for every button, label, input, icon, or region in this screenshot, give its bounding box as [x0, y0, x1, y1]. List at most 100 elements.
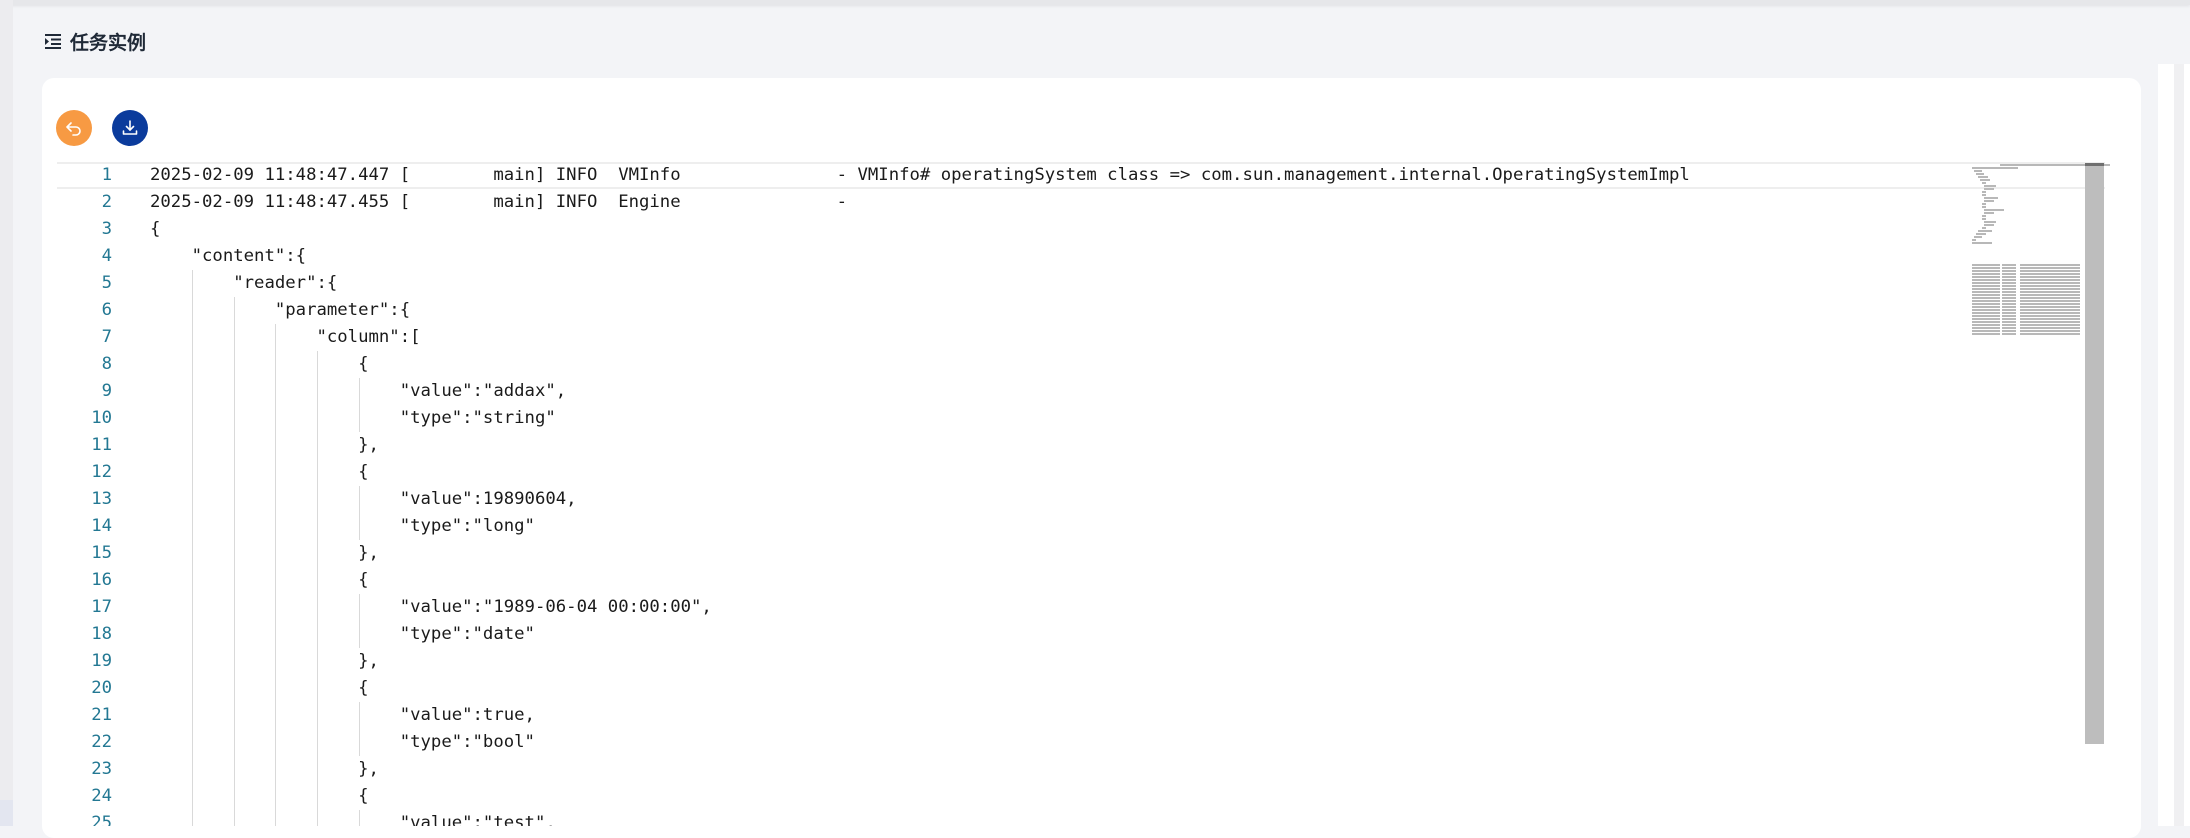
download-icon [122, 120, 138, 135]
log-code-editor[interactable]: 1 2025-02-09 11:48:47.447 [ main] INFO VM… [57, 162, 2105, 826]
line-number: 16 [91, 570, 112, 590]
minimap-line [1972, 276, 2000, 278]
line-number: 12 [91, 462, 112, 482]
minimap-line [1972, 297, 2000, 299]
minimap-line [2020, 276, 2080, 278]
minimap-line [2020, 309, 2080, 311]
minimap-line [1982, 227, 1986, 229]
minimap-line [1972, 279, 2000, 281]
page-scrollbar[interactable] [2174, 64, 2184, 826]
minimap-line [2002, 303, 2016, 305]
minimap-line [2002, 294, 2016, 296]
code-text: { [150, 678, 369, 698]
code-text: { [150, 354, 369, 374]
line-number: 9 [101, 381, 112, 401]
minimap-line [2020, 264, 2080, 266]
minimap-line [2020, 273, 2080, 275]
minimap-line [1972, 270, 2000, 272]
minimap-line [1972, 330, 2000, 332]
minimap-line [2002, 291, 2016, 293]
download-button[interactable] [112, 110, 148, 146]
minimap-line [1972, 315, 2000, 317]
code-line: 10 "type":"string" [57, 405, 2105, 432]
code-text: "value":"addax", [150, 381, 567, 401]
code-text: "type":"string" [150, 408, 556, 428]
back-button[interactable] [56, 110, 92, 146]
minimap-line [2002, 300, 2016, 302]
code-text: "value":true, [150, 705, 535, 725]
code-line: 21 "value":true, [57, 702, 2105, 729]
minimap-line [1972, 303, 2000, 305]
minimap-line [2020, 270, 2080, 272]
line-number: 19 [91, 651, 112, 671]
minimap-line [1982, 218, 1986, 220]
code-line: 5 "reader":{ [57, 270, 2105, 297]
minimap-line [2002, 276, 2016, 278]
minimap-slider[interactable] [2085, 164, 2104, 744]
code-line: 4 "content":{ [57, 243, 2105, 270]
code-line: 15 }, [57, 540, 2105, 567]
minimap-slider-top [2085, 163, 2104, 166]
code-text: "type":"long" [150, 516, 535, 536]
minimap-line [1984, 200, 1994, 202]
minimap-line [1984, 224, 1994, 226]
minimap-line [1972, 239, 1976, 241]
minimap-line [1972, 324, 2000, 326]
line-number: 5 [101, 273, 112, 293]
minimap-line [1976, 173, 1984, 175]
code-text: }, [150, 435, 379, 455]
minimap-line [2002, 327, 2016, 329]
code-line: 18 "type":"date" [57, 621, 2105, 648]
line-number: 18 [91, 624, 112, 644]
minimap-line [2020, 279, 2080, 281]
line-number: 22 [91, 732, 112, 752]
minimap-line [2002, 264, 2016, 266]
minimap-line [1982, 215, 1986, 217]
minimap-line [2020, 321, 2080, 323]
minimap-line [2002, 270, 2016, 272]
minimap-line [2002, 321, 2016, 323]
line-number: 20 [91, 678, 112, 698]
minimap-line [2020, 312, 2080, 314]
code-line: 1 2025-02-09 11:48:47.447 [ main] INFO VM… [57, 162, 2105, 189]
minimap-line [2002, 330, 2016, 332]
line-number: 7 [101, 327, 112, 347]
minimap-line [1972, 288, 2000, 290]
minimap-line [2020, 303, 2080, 305]
minimap-line [1972, 282, 2000, 284]
left-sidebar-edge-bottom [0, 800, 13, 826]
line-number: 11 [91, 435, 112, 455]
minimap-line [1976, 233, 1986, 235]
minimap-line [1972, 318, 2000, 320]
code-text: { [150, 219, 161, 239]
minimap-line [1972, 321, 2000, 323]
minimap-line [1972, 327, 2000, 329]
minimap-line [1972, 273, 2000, 275]
line-number: 3 [101, 219, 112, 239]
minimap-line [2020, 306, 2080, 308]
line-number: 17 [91, 597, 112, 617]
minimap-line [2002, 312, 2016, 314]
code-text: "parameter":{ [150, 300, 411, 320]
minimap-line [1984, 185, 1996, 187]
minimap-line [2020, 327, 2080, 329]
minimap-line [2020, 324, 2080, 326]
minimap-line [2002, 285, 2016, 287]
editor-minimap[interactable] [1972, 164, 2110, 339]
minimap-line [1982, 194, 1986, 196]
code-text: "value":"test", [150, 813, 556, 826]
code-line: 20 { [57, 675, 2105, 702]
line-number: 24 [91, 786, 112, 806]
minimap-line [1982, 191, 1986, 193]
line-number: 23 [91, 759, 112, 779]
minimap-line [1974, 170, 1982, 172]
code-text: 2025-02-09 11:48:47.447 [ main] INFO VMI… [150, 165, 1690, 185]
code-line: 3{ [57, 216, 2105, 243]
code-line: 14 "type":"long" [57, 513, 2105, 540]
minimap-line [2002, 273, 2016, 275]
minimap-line [1972, 306, 2000, 308]
toolbar [56, 110, 148, 146]
code-text: { [150, 462, 369, 482]
code-text: { [150, 570, 369, 590]
minimap-line [1972, 300, 2000, 302]
